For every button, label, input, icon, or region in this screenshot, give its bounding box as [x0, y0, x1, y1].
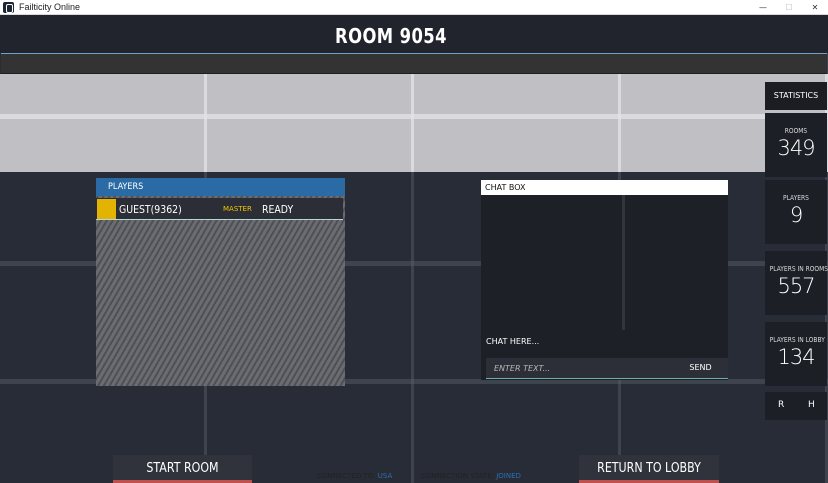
- room-header: ROOM 9054: [0, 15, 828, 53]
- connection-state-value: JOINED: [496, 472, 521, 480]
- players-header: PLAYERS: [96, 178, 345, 196]
- return-to-lobby-button[interactable]: RETURN TO LOBBY: [579, 455, 719, 483]
- minimize-icon[interactable]: —: [750, 0, 776, 15]
- stat-label: PLAYERS: [783, 194, 809, 202]
- window-titlebar: Failticity Online — ☐ ✕: [0, 0, 828, 15]
- r-button[interactable]: R: [778, 400, 784, 410]
- player-row[interactable]: GUEST(9362) MASTER READY: [96, 198, 343, 220]
- player-name: GUEST(9362): [119, 203, 182, 216]
- header-strip: [1, 53, 827, 74]
- players-panel: PLAYERS GUEST(9362) MASTER READY: [96, 178, 345, 386]
- maximize-icon[interactable]: ☐: [776, 0, 802, 15]
- stat-value: 9: [789, 203, 803, 227]
- window-controls: — ☐ ✕: [750, 0, 828, 15]
- stat-value: 349: [777, 136, 815, 160]
- start-room-button[interactable]: START ROOM: [113, 455, 252, 483]
- stat-value: 557: [777, 274, 815, 298]
- stat-rh-row: R H: [765, 392, 827, 420]
- statistics-panel: STATISTICS ROOMS 349 PLAYERS 9 PLAYERS I…: [765, 82, 828, 420]
- statistics-title: STATISTICS: [765, 82, 827, 110]
- room-banner: [0, 74, 828, 172]
- start-room-label: START ROOM: [146, 461, 219, 476]
- stat-label: PLAYERS IN ROOMS: [769, 265, 828, 273]
- stat-label: ROOMS: [784, 127, 808, 135]
- app-icon: [3, 1, 14, 13]
- game-stage: ROOM 9054 PLAYERS GUEST(9362) MASTER REA…: [0, 15, 828, 483]
- window-title: Failticity Online: [19, 2, 81, 12]
- stat-rooms: ROOMS 349: [765, 113, 827, 177]
- chat-panel: CHAT BOX CHAT HERE... SEND: [481, 180, 728, 380]
- chat-input[interactable]: [486, 358, 673, 379]
- player-role-badge: MASTER: [223, 205, 252, 213]
- stat-players-in-rooms: PLAYERS IN ROOMS 557: [765, 251, 828, 315]
- connection-state-status: CONNECTION STATE: JOINED: [421, 472, 521, 480]
- h-button[interactable]: H: [808, 400, 815, 410]
- chat-header: CHAT BOX: [481, 180, 728, 195]
- chat-log[interactable]: [481, 195, 728, 330]
- stat-value: 134: [777, 345, 815, 369]
- chat-prompt: CHAT HERE...: [486, 337, 540, 346]
- connected-to-status: CONNECTED TO: USA: [317, 472, 392, 480]
- room-title: ROOM 9054: [335, 24, 447, 48]
- connected-to-value: USA: [377, 472, 393, 480]
- stat-players: PLAYERS 9: [765, 180, 827, 244]
- players-list: GUEST(9362) MASTER READY: [96, 196, 345, 386]
- player-color-swatch: [97, 199, 116, 219]
- close-icon[interactable]: ✕: [802, 0, 828, 15]
- stat-players-in-lobby: PLAYERS IN LOBBY 134: [765, 322, 827, 386]
- stat-label: PLAYERS IN LOBBY: [769, 336, 825, 344]
- connected-to-label: CONNECTED TO:: [317, 472, 376, 480]
- player-status: READY: [262, 203, 294, 216]
- connection-state-label: CONNECTION STATE:: [421, 472, 494, 480]
- return-to-lobby-label: RETURN TO LOBBY: [597, 461, 701, 476]
- send-button[interactable]: SEND: [673, 358, 728, 379]
